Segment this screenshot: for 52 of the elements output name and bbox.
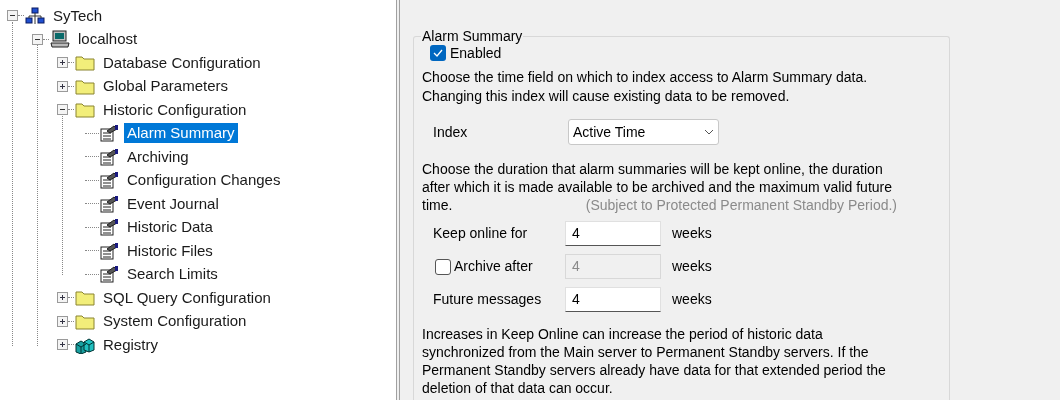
expand-icon[interactable] (57, 80, 68, 92)
help-text: Choose the time field on which to index access to Alarm Summary data. Changing this index will cause existing data to be removed. (422, 68, 869, 106)
check-icon (433, 49, 443, 57)
checkbox[interactable] (430, 45, 446, 61)
tree-item[interactable]: SyTech (50, 5, 106, 26)
tree-item[interactable]: System Configuration (100, 311, 250, 332)
warning-text: Increases in Keep Online can increase the period of historic data synchronized from the Main server to Permanent Standby servers. If the Permanent Standby servers already have data for that extended period the deletion of that data can occur. (422, 325, 887, 397)
field-label: Keep online for (433, 224, 528, 243)
folder-icon (75, 54, 95, 72)
expand-icon[interactable] (57, 292, 68, 304)
unit-label: weeks (672, 224, 712, 243)
expand-icon[interactable] (57, 315, 68, 327)
field-label: Future messages (433, 290, 542, 309)
tree-item[interactable]: Archiving (124, 146, 192, 167)
folder-icon (75, 77, 95, 95)
expand-icon[interactable] (57, 57, 68, 69)
tree-item[interactable]: Search Limits (124, 264, 221, 285)
document-icon (100, 124, 119, 143)
tree-item[interactable]: Event Journal (124, 193, 222, 214)
document-icon (100, 171, 119, 190)
tree-item[interactable]: localhost (75, 29, 141, 50)
computer-icon (50, 30, 70, 49)
field-label: Index (433, 122, 469, 142)
folder-icon (75, 101, 95, 119)
unit-label: weeks (672, 290, 712, 309)
tree-item[interactable]: Historic Files (124, 240, 216, 261)
collapse-icon[interactable] (57, 104, 68, 116)
collapse-icon[interactable] (32, 33, 43, 45)
network-icon (25, 6, 45, 25)
tree-item[interactable]: Historic Data (124, 217, 216, 238)
document-icon (100, 265, 119, 284)
expand-icon[interactable] (57, 339, 68, 351)
tree-item[interactable]: Registry (100, 334, 161, 355)
tree-item[interactable]: SQL Query Configuration (100, 287, 274, 308)
tree-item[interactable]: Historic Configuration (100, 99, 250, 120)
chevron-down-icon (704, 129, 714, 135)
help-text: Choose the duration that alarm summaries will be kept online, the duration after which it is made available to be archived and the maximum valid future time. (Subject to Protected Permanent Standby Period.) (422, 160, 897, 214)
number-field[interactable]: 4 (565, 287, 661, 312)
tree-item[interactable]: Database Configuration (100, 52, 264, 73)
folder-icon (75, 289, 95, 307)
document-icon (100, 218, 119, 237)
collapse-icon[interactable] (7, 10, 18, 22)
document-icon (100, 147, 119, 166)
unit-label: weeks (672, 257, 712, 276)
tree-item[interactable]: Alarm Summary (124, 123, 238, 144)
document-icon (100, 241, 119, 260)
folder-icon (75, 312, 95, 330)
tree-item[interactable]: Configuration Changes (124, 170, 284, 191)
document-icon (100, 194, 119, 213)
tree-item[interactable]: Global Parameters (100, 76, 232, 97)
number-field[interactable]: 4 (565, 221, 661, 246)
index-dropdown[interactable]: Active Time (568, 119, 719, 145)
